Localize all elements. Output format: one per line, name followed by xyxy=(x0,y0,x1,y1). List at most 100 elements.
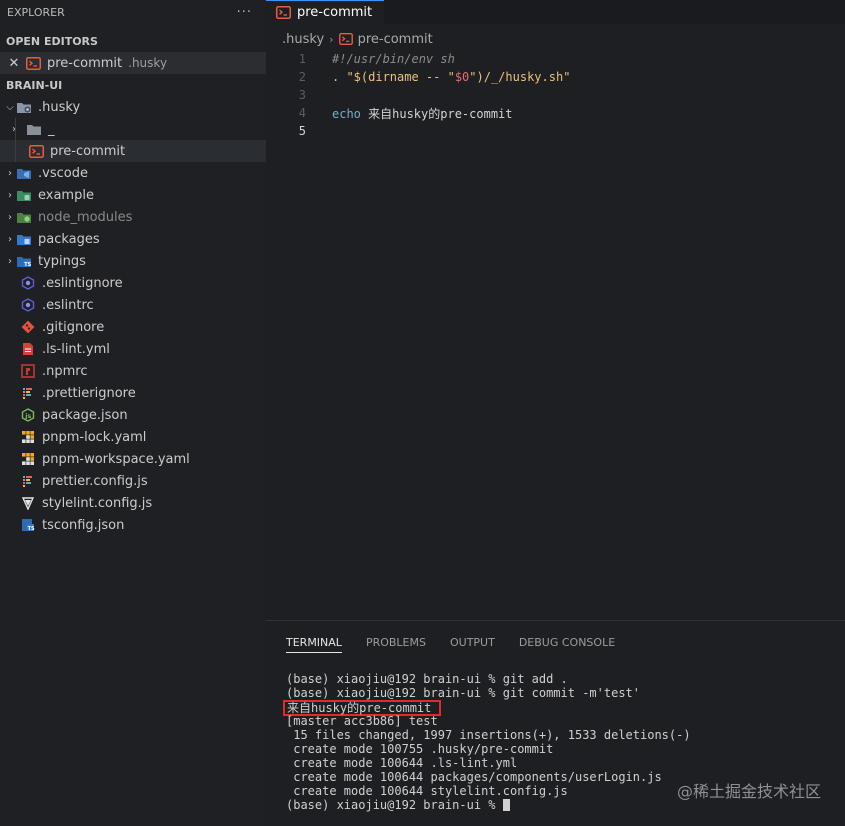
code-string: ")/_/husky.sh" xyxy=(469,70,571,84)
code-argument: 来自husky的pre-commit xyxy=(360,106,513,121)
tree-item-label: .ls-lint.yml xyxy=(42,341,110,357)
tree-item-packages[interactable]: › packages xyxy=(0,228,266,250)
editor-area: pre-commit .husky › pre-commit 1 #!/usr/… xyxy=(266,0,845,620)
tab-problems[interactable]: PROBLEMS xyxy=(366,621,426,663)
tree-item-npmrc[interactable]: .npmrc xyxy=(0,360,266,382)
tree-item-pnpm-workspace[interactable]: pnpm-workspace.yaml xyxy=(0,448,266,470)
tree-item-label: .husky xyxy=(38,99,81,115)
svg-text:TS: TS xyxy=(24,262,31,268)
project-title: BRAIN-UI xyxy=(6,78,63,92)
chevron-right-icon: › xyxy=(8,255,12,267)
npm-icon xyxy=(20,363,36,379)
tree-item-label: .prettierignore xyxy=(42,385,136,401)
terminal-line: [master acc3b86] test xyxy=(286,714,438,728)
breadcrumb-file[interactable]: pre-commit xyxy=(358,32,433,47)
line-number: 5 xyxy=(298,124,306,138)
indent-guide xyxy=(15,118,16,140)
tree-item-tsconfig[interactable]: TS tsconfig.json xyxy=(0,514,266,536)
shell-file-icon xyxy=(28,143,44,159)
tree-item-label: .eslintignore xyxy=(42,275,123,291)
ts-folder-icon: TS xyxy=(16,253,32,269)
tree-item-typings[interactable]: › TS typings xyxy=(0,250,266,272)
code-text: . "$(dirname -- "$0")/_/husky.sh" xyxy=(332,70,570,84)
project-section[interactable]: BRAIN-UI xyxy=(0,74,266,96)
svg-text:TS: TS xyxy=(28,526,35,532)
terminal-line: (base) xiaojiu@192 brain-ui % git add . xyxy=(286,672,568,686)
tree-item-label: node_modules xyxy=(38,209,133,225)
tree-item-pre-commit[interactable]: pre-commit xyxy=(0,140,266,162)
tab-pre-commit[interactable]: pre-commit xyxy=(266,0,385,24)
husky-folder-icon xyxy=(16,99,32,115)
tab-terminal[interactable]: TERMINAL xyxy=(286,621,342,663)
tree-item-example[interactable]: › example xyxy=(0,184,266,206)
terminal-line: (base) xiaojiu@192 brain-ui % git commit… xyxy=(286,686,641,700)
line-number: 3 xyxy=(298,88,306,102)
breadcrumb-folder[interactable]: .husky xyxy=(282,32,324,47)
more-actions-icon[interactable]: ··· xyxy=(237,5,252,20)
tree-item-eslintignore[interactable]: .eslintignore xyxy=(0,272,266,294)
tree-item-gitignore[interactable]: .gitignore xyxy=(0,316,266,338)
prettier-icon xyxy=(20,385,36,401)
chevron-right-icon: › xyxy=(8,211,12,223)
code-keyword: echo xyxy=(332,106,361,121)
svg-text:js: js xyxy=(24,412,31,420)
code-line: 2 . "$(dirname -- "$0")/_/husky.sh" xyxy=(266,68,845,86)
watermark: @稀土掘金技术社区 xyxy=(676,782,821,801)
chevron-right-icon: › xyxy=(12,123,16,135)
open-editors-section[interactable]: OPEN EDITORS xyxy=(0,30,266,52)
tree-item-label: tsconfig.json xyxy=(42,517,125,533)
eslint-icon xyxy=(20,275,36,291)
tab-output[interactable]: OUTPUT xyxy=(450,621,495,663)
tree-item-underscore[interactable]: › _ xyxy=(0,118,266,140)
tree-item-label: typings xyxy=(38,253,86,269)
prettier-icon xyxy=(20,473,36,489)
line-number: 4 xyxy=(298,106,306,120)
tree-item-label: packages xyxy=(38,231,100,247)
tree-item-eslintrc[interactable]: .eslintrc xyxy=(0,294,266,316)
tree-item-label: .gitignore xyxy=(42,319,105,335)
tree-item-label: .npmrc xyxy=(42,363,88,379)
chevron-right-icon: › xyxy=(8,233,12,245)
explorer-sidebar: EXPLORER ··· OPEN EDITORS ✕ pre-commit .… xyxy=(0,0,266,826)
terminal-line-highlighted: 来自husky的pre-commit xyxy=(283,700,845,716)
open-editor-item[interactable]: ✕ pre-commit .husky xyxy=(0,52,266,74)
vscode-folder-icon xyxy=(16,165,32,181)
tree-item-label: prettier.config.js xyxy=(42,473,148,489)
tree-item-label: .vscode xyxy=(38,165,88,181)
tree-item-label: example xyxy=(38,187,94,203)
node-modules-folder-icon xyxy=(16,209,32,225)
indent-guide xyxy=(15,140,16,162)
code-string: . "$(dirname -- " xyxy=(332,70,455,84)
yaml-file-icon xyxy=(20,341,36,357)
tree-item-prettier-config[interactable]: prettier.config.js xyxy=(0,470,266,492)
code-editor[interactable]: 1 #!/usr/bin/env sh 2 . "$(dirname -- "$… xyxy=(266,50,845,140)
terminal-cursor xyxy=(502,799,510,811)
tree-item-pnpm-lock[interactable]: pnpm-lock.yaml xyxy=(0,426,266,448)
line-number: 1 xyxy=(298,52,306,66)
code-text: echo 来自husky的pre-commit xyxy=(332,105,513,122)
terminal-prompt: (base) xiaojiu@192 brain-ui % xyxy=(286,798,503,812)
close-icon[interactable]: ✕ xyxy=(6,56,22,71)
packages-folder-icon xyxy=(16,231,32,247)
chevron-right-icon: › xyxy=(329,32,334,46)
tree-item-stylelint-config[interactable]: stylelint.config.js xyxy=(0,492,266,514)
explorer-header: EXPLORER ··· xyxy=(0,0,266,24)
shell-file-icon xyxy=(276,6,291,19)
open-editor-name: pre-commit xyxy=(47,55,123,71)
shell-file-icon xyxy=(25,55,41,71)
line-number: 2 xyxy=(298,70,306,84)
tree-item-prettierignore[interactable]: .prettierignore xyxy=(0,382,266,404)
tab-debug-console[interactable]: DEBUG CONSOLE xyxy=(519,621,615,663)
tree-item-label: pre-commit xyxy=(50,143,126,159)
terminal-line: create mode 100644 .ls-lint.yml xyxy=(286,756,518,770)
tree-item-ls-lint[interactable]: .ls-lint.yml xyxy=(0,338,266,360)
explorer-title: EXPLORER xyxy=(7,5,65,19)
code-text: #!/usr/bin/env sh xyxy=(332,52,455,66)
tree-item-husky[interactable]: ⌵ .husky xyxy=(0,96,266,118)
tree-item-node-modules[interactable]: › node_modules xyxy=(0,206,266,228)
tree-item-package-json[interactable]: js package.json xyxy=(0,404,266,426)
example-folder-icon xyxy=(16,187,32,203)
tree-item-vscode[interactable]: › .vscode xyxy=(0,162,266,184)
pnpm-icon xyxy=(20,429,36,445)
code-line: 1 #!/usr/bin/env sh xyxy=(266,50,845,68)
